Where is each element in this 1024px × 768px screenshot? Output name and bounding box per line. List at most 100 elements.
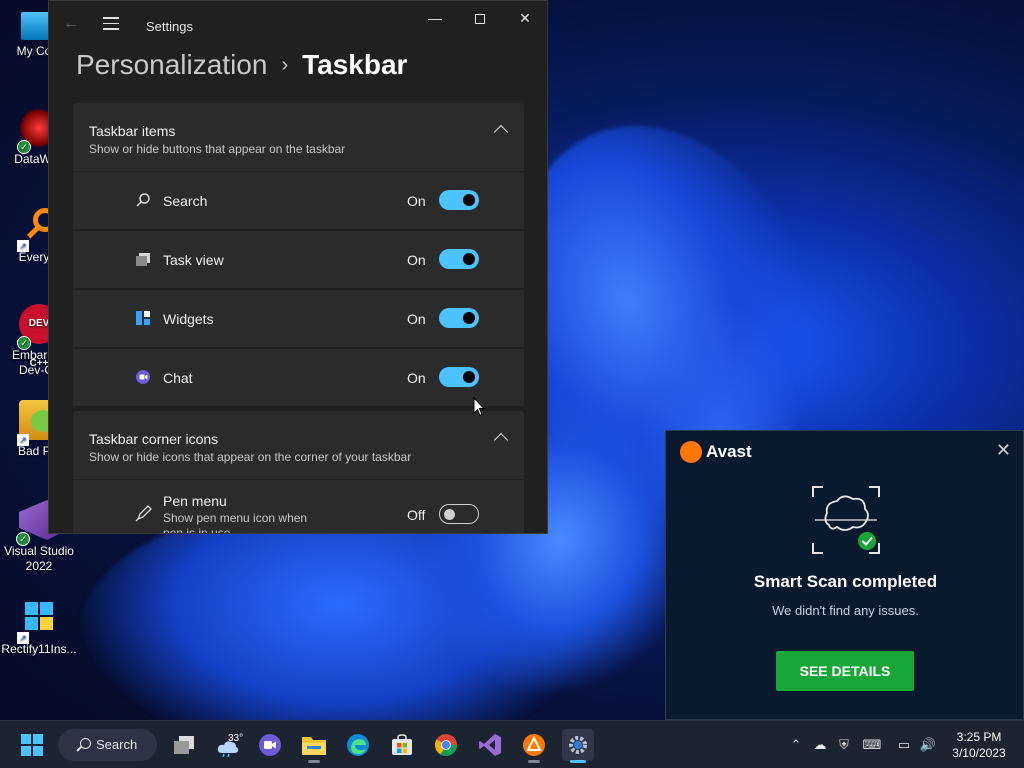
avast-taskbar-button[interactable] — [518, 729, 550, 763]
widgets-toggle[interactable] — [439, 308, 479, 328]
start-button[interactable] — [16, 729, 48, 761]
brain-scan-check-icon — [812, 486, 880, 554]
close-icon[interactable]: ✕ — [996, 440, 1011, 461]
avast-icon — [523, 734, 545, 756]
edge-icon — [347, 734, 369, 756]
volume-icon[interactable]: 🔊 — [917, 729, 939, 761]
section-title: Taskbar corner icons — [89, 431, 219, 447]
chevron-up-icon[interactable] — [493, 124, 509, 140]
settings-icon — [569, 736, 587, 754]
setting-label: Chat — [163, 370, 193, 386]
avast-brand: Avast — [706, 442, 752, 461]
store-icon — [392, 734, 412, 755]
file-explorer-button[interactable] — [298, 729, 330, 763]
dev-cpp-badge-text: DEV C++ — [28, 318, 50, 369]
page-title: Taskbar — [302, 49, 408, 80]
taskbar-search-box[interactable]: Search — [58, 729, 157, 761]
visual-studio-icon — [479, 734, 501, 756]
task-view-icon — [136, 253, 150, 266]
setting-label: Task view — [163, 252, 224, 268]
clock-time: 3:25 PM — [956, 730, 1002, 744]
chat-icon — [136, 370, 150, 384]
toggle-state-text: On — [407, 370, 426, 386]
setting-label: Pen menu — [163, 493, 227, 509]
setting-row-widgets: Widgets On — [73, 290, 524, 347]
toggle-knob — [444, 509, 455, 520]
setting-row-search: Search On — [73, 172, 524, 229]
network-icon[interactable]: ▭ — [893, 729, 915, 761]
pen-icon — [135, 505, 152, 522]
taskbar-search-label: Search — [96, 737, 138, 752]
search-toggle[interactable] — [439, 190, 479, 210]
onedrive-cloud-icon[interactable]: ☁ — [809, 729, 831, 761]
see-details-button[interactable]: SEE DETAILS — [776, 651, 914, 691]
minimize-button[interactable]: — — [412, 7, 458, 29]
maximize-icon — [475, 14, 485, 25]
setting-sublabel: Show pen menu icon when pen is in use — [163, 511, 308, 534]
chat-button[interactable] — [254, 729, 286, 761]
breadcrumb-parent[interactable]: Personalization — [76, 49, 267, 80]
setting-label: Search — [163, 193, 208, 209]
avast-notification: Avast ✕ Smart Scan completed We didn't f… — [665, 430, 1024, 720]
desktop-icon-label: Visual Studio 2022 — [4, 544, 74, 573]
pen-menu-toggle[interactable] — [439, 504, 479, 524]
chat-icon — [259, 734, 281, 756]
section-subtitle: Show or hide buttons that appear on the … — [89, 142, 346, 156]
search-icon — [136, 193, 150, 207]
notification-message: We didn't find any issues. — [772, 603, 919, 618]
toggle-state-text: On — [407, 252, 426, 268]
shortcut-arrow-icon: ↗ — [17, 434, 29, 446]
desktop-icon-rectify11[interactable]: ↗ Rectify11Ins... — [0, 598, 78, 657]
running-indicator — [528, 760, 540, 763]
weather-widget-button[interactable]: 33° — [212, 729, 244, 761]
task-view-button[interactable] — [168, 729, 200, 761]
section-taskbar-items[interactable]: Taskbar items Show or hide buttons that … — [73, 103, 524, 171]
task-view-icon — [174, 736, 194, 754]
edge-button[interactable] — [342, 729, 374, 761]
toggle-knob — [463, 253, 475, 265]
setting-label: Widgets — [163, 311, 214, 327]
notification-title: Smart Scan completed — [753, 572, 938, 591]
taskbar: Search 33° ⌃ ☁ ⛨ ⌨ ▭ 🔊 3:25 PM 3/10/2023 — [0, 720, 1024, 768]
task-view-toggle[interactable] — [439, 249, 479, 269]
rectify11-installer-icon: ↗ — [17, 598, 59, 644]
settings-taskbar-button[interactable] — [562, 729, 594, 763]
setting-row-pen-menu: Pen menu Show pen menu icon when pen is … — [73, 480, 524, 534]
window-title: Settings — [146, 19, 193, 34]
chevron-up-icon[interactable] — [493, 432, 509, 448]
widgets-icon — [136, 311, 150, 325]
toggle-knob — [463, 312, 475, 324]
visual-studio-button[interactable] — [474, 729, 506, 761]
shortcut-arrow-icon: ↗ — [17, 240, 29, 252]
setting-row-task-view: Task view On — [73, 231, 524, 288]
section-taskbar-corner-icons[interactable]: Taskbar corner icons Show or hide icons … — [73, 411, 524, 479]
settings-window: ← Settings — ✕ Personalization › Taskbar T… — [48, 0, 548, 534]
maximize-button[interactable] — [457, 7, 503, 29]
avast-logo-icon — [680, 441, 702, 463]
section-title: Taskbar items — [89, 123, 176, 139]
file-explorer-icon — [302, 737, 326, 755]
chat-toggle[interactable] — [439, 367, 479, 387]
windows-logo-icon — [21, 734, 43, 756]
close-button[interactable]: ✕ — [502, 7, 547, 29]
desktop-icon-label: Rectify11Ins... — [1, 642, 77, 656]
toggle-state-text: Off — [407, 507, 426, 523]
search-icon — [80, 738, 91, 749]
mouse-cursor-icon — [473, 397, 485, 417]
keyboard-icon[interactable]: ⌨ — [861, 729, 883, 761]
store-button[interactable] — [386, 729, 418, 761]
breadcrumb: Personalization › Taskbar — [76, 49, 407, 85]
window-titlebar[interactable]: ← Settings — ✕ — [49, 1, 547, 49]
shortcut-arrow-icon: ↗ — [17, 632, 29, 644]
chevron-up-icon[interactable]: ⌃ — [785, 729, 807, 761]
chrome-button[interactable] — [430, 729, 462, 761]
taskbar-clock[interactable]: 3:25 PM 3/10/2023 — [944, 729, 1014, 761]
toggle-knob — [463, 371, 475, 383]
section-subtitle: Show or hide icons that appear on the co… — [89, 450, 412, 464]
back-arrow-icon[interactable]: ← — [63, 15, 79, 33]
clock-date: 3/10/2023 — [952, 746, 1006, 760]
shield-icon[interactable]: ⛨ — [833, 729, 855, 761]
hamburger-menu-icon[interactable] — [103, 17, 119, 31]
sync-check-icon: ✓ — [17, 140, 31, 154]
toggle-knob — [463, 194, 475, 206]
